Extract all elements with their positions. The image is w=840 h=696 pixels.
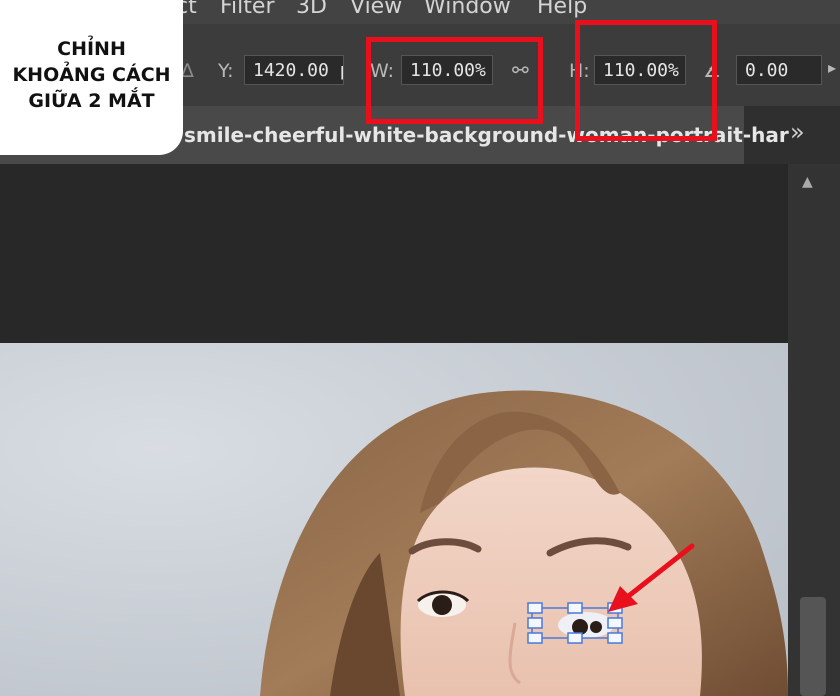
portrait-photo [0,343,788,696]
menu-item-window[interactable]: Window [424,0,511,19]
overflow-chevron-icon[interactable]: ▸ [828,58,836,77]
panel-expand-icon[interactable]: » [790,118,805,146]
menu-item-view[interactable]: View [350,0,402,19]
menu-item-help[interactable]: Help [537,0,587,19]
rotation-angle-field[interactable]: 0.00 [736,55,822,85]
y-position-field[interactable]: 1420.00 p [244,55,344,85]
scroll-up-icon[interactable]: ▲ [802,174,813,190]
vertical-scrollbar[interactable]: ▲ [788,164,840,696]
scrollbar-thumb[interactable] [800,597,826,696]
menu-item-3d[interactable]: 3D [296,0,327,19]
menu-item-filter[interactable]: Filter [220,0,274,19]
red-arrow-icon [608,543,695,612]
y-label: Y: [218,60,234,82]
width-highlight-box [366,37,543,124]
height-highlight-box [575,20,717,141]
caption-text: CHỈNH KHOẢNG CÁCH GIỮA 2 MẮT [12,38,171,112]
